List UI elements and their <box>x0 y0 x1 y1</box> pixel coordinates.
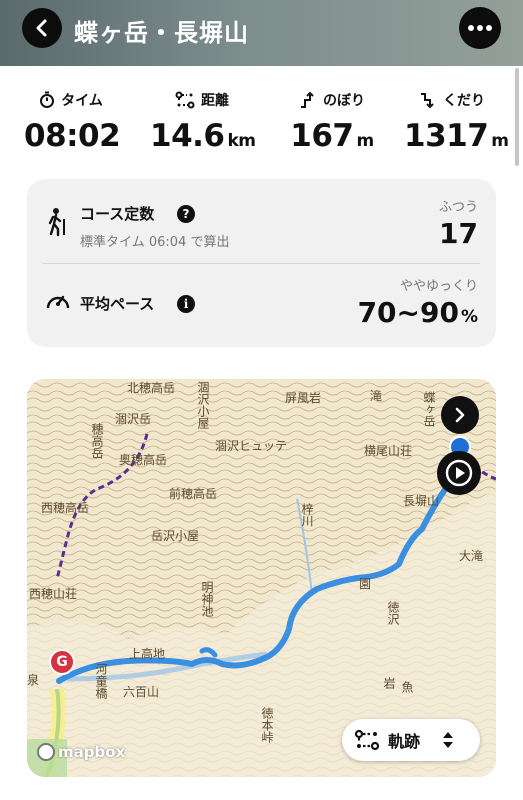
mapbox-logo-icon <box>37 743 55 761</box>
map-label: 上高地 <box>129 647 166 661</box>
route-map[interactable]: 北穂高岳 涸沢小屋 涸沢岳 穂高岳 奥穂高岳 涸沢ヒュッテ 屏風岩 滝 横尾山荘… <box>27 379 496 777</box>
map-label: 滝 <box>370 389 383 403</box>
chevron-updown-icon <box>443 732 454 748</box>
map-label: 岳沢小屋 <box>151 529 200 543</box>
page-title: 蝶ヶ岳・長塀山 <box>74 19 249 47</box>
card-divider <box>43 263 480 264</box>
map-label: 涸沢ヒュッテ <box>215 439 288 453</box>
map-label: 岩 <box>382 677 396 689</box>
map-expand-button[interactable] <box>441 396 479 434</box>
stat-distance-value: 14.6 <box>150 118 225 154</box>
average-pace-value: 70~90% <box>357 296 478 329</box>
map-label: 長塀山 <box>403 494 440 508</box>
course-rating: ふつう <box>438 200 478 215</box>
back-button[interactable] <box>22 8 62 48</box>
stat-time: タイム 08:02 <box>24 88 121 154</box>
map-label: 大滝 <box>459 549 484 563</box>
stat-descent-label: くだり <box>443 93 485 109</box>
mapbox-attribution[interactable]: mapbox <box>37 743 125 761</box>
map-label: 奥穂高岳 <box>119 453 168 467</box>
stat-time-value: 08:02 <box>24 118 121 154</box>
map-label: 園 <box>359 577 372 591</box>
map-label: 徳本峠 <box>260 707 274 743</box>
stat-ascent: のぼり 167 m <box>286 88 378 154</box>
more-options-button[interactable] <box>459 7 501 49</box>
average-pace-label: 平均ペース <box>80 295 155 313</box>
chevron-right-icon <box>455 407 465 423</box>
map-label: 六百山 <box>123 685 160 699</box>
map-label: 西穂高岳 <box>41 501 90 515</box>
map-label: 涸沢小屋 <box>196 381 210 429</box>
map-label: 横尾山荘 <box>364 444 413 458</box>
hiker-icon <box>48 208 65 237</box>
track-route-icon <box>354 729 380 751</box>
map-label: 河童橋 <box>94 663 108 699</box>
stat-descent: くだり 1317 m <box>404 88 509 154</box>
descent-icon <box>421 93 434 109</box>
map-label: 涸沢岳 <box>115 412 152 426</box>
stat-distance-label: 距離 <box>201 93 229 109</box>
pace-rating: ややゆっくり <box>399 279 478 294</box>
map-label: 明神池 <box>200 581 214 617</box>
map-label: 北穂高岳 <box>127 381 176 395</box>
map-label: 屏風岩 <box>285 391 322 405</box>
map-label: 魚 <box>400 681 414 693</box>
map-label: 蝶ヶ岳 <box>422 391 436 427</box>
map-label: 徳沢 <box>386 601 400 625</box>
map-label: 穂高岳 <box>90 423 104 459</box>
map-label: 西穂山荘 <box>29 587 78 601</box>
activity-stats: タイム 08:02 距離 14.6 km のぼり 167 m くだり 1317 … <box>0 88 523 158</box>
map-mode-label: 軌跡 <box>388 732 421 751</box>
map-label: 泉 <box>27 673 40 687</box>
course-constant-value: 17 <box>439 217 478 250</box>
stat-ascent-unit: m <box>356 131 375 151</box>
scrollbar[interactable] <box>515 68 519 166</box>
speedometer-icon <box>46 295 70 309</box>
chevron-left-icon <box>36 19 47 37</box>
pace-unit: % <box>460 307 478 327</box>
stat-descent-unit: m <box>491 131 509 151</box>
play-icon <box>445 459 473 487</box>
map-label: 梓川 <box>300 503 314 527</box>
course-constant-label: コース定数 <box>80 205 155 223</box>
course-pace-card: コース定数 ? 標準タイム 06:04 で算出 ふつう 17 平均ペース i や… <box>27 179 496 347</box>
map-label: 前穂高岳 <box>169 487 218 501</box>
stat-distance: 距離 14.6 km <box>150 88 257 154</box>
course-standard-time: 標準タイム 06:04 で算出 <box>80 235 230 250</box>
course-help-icon[interactable]: ? <box>177 205 195 223</box>
more-dots-icon <box>468 25 474 31</box>
stat-ascent-label: のぼり <box>323 93 365 109</box>
stat-descent-value: 1317 <box>404 118 489 154</box>
goal-marker: G <box>49 649 75 675</box>
header-bar: 蝶ヶ岳・長塀山 <box>0 0 523 66</box>
map-mode-select[interactable]: 軌跡 <box>342 719 480 761</box>
stat-ascent-value: 167 <box>290 118 354 154</box>
stat-time-label: タイム <box>61 93 103 109</box>
route-distance-icon <box>175 91 195 109</box>
ascent-icon <box>301 91 314 108</box>
stat-distance-unit: km <box>227 131 257 151</box>
replay-button[interactable] <box>437 451 481 495</box>
stopwatch-icon <box>40 91 55 108</box>
pace-info-icon[interactable]: i <box>177 295 195 313</box>
